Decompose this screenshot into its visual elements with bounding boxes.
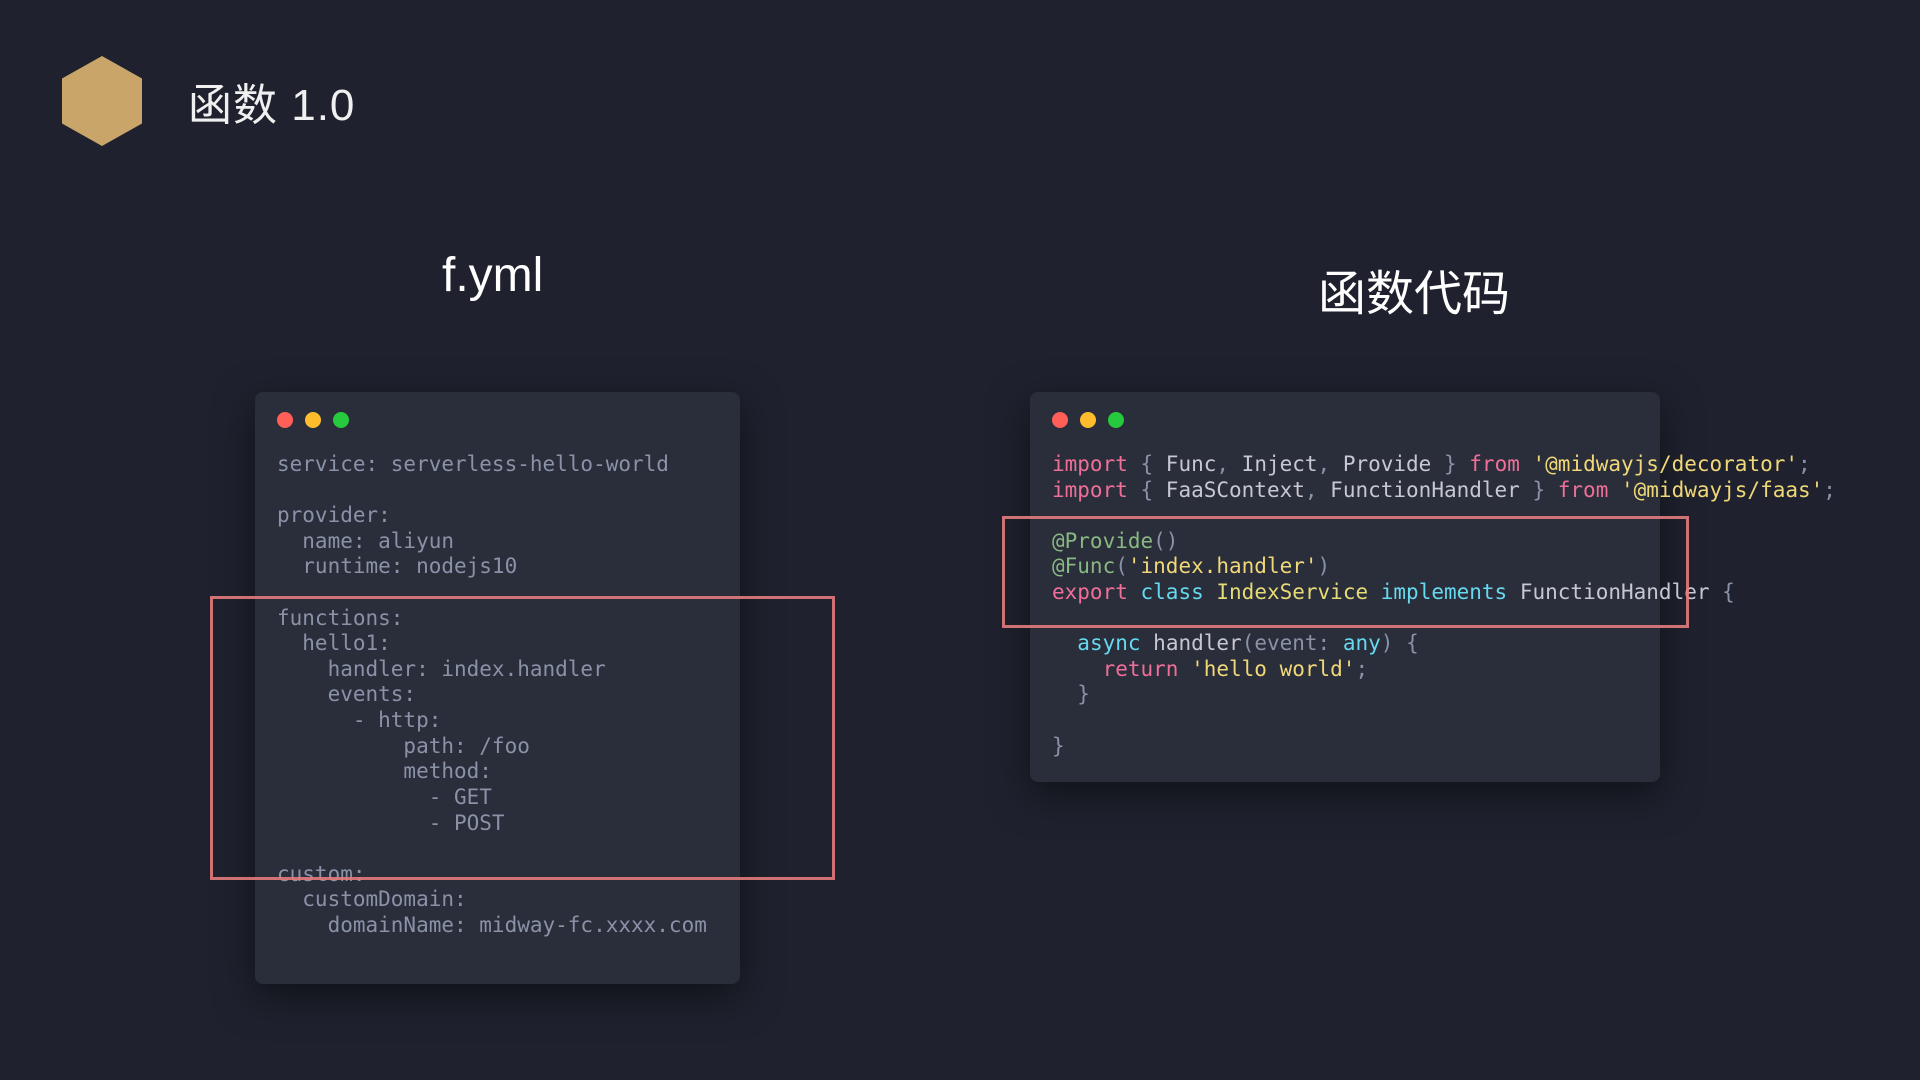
- slide-root: 函数 1.0 f.yml 函数代码 service: serverless-he…: [0, 0, 1920, 1080]
- maximize-icon: [1108, 412, 1124, 428]
- window-controls: [1030, 392, 1660, 428]
- minimize-icon: [305, 412, 321, 428]
- right-column-title: 函数代码: [1318, 254, 1510, 324]
- highlight-box-left: [210, 596, 835, 880]
- close-icon: [277, 412, 293, 428]
- left-column-title: f.yml: [442, 248, 543, 303]
- slide-header: 函数 1.0: [62, 56, 355, 146]
- close-icon: [1052, 412, 1068, 428]
- slide-title: 函数 1.0: [188, 69, 355, 133]
- maximize-icon: [333, 412, 349, 428]
- window-controls: [255, 392, 740, 428]
- minimize-icon: [1080, 412, 1096, 428]
- hexagon-icon: [62, 56, 142, 146]
- highlight-box-right: [1002, 516, 1689, 628]
